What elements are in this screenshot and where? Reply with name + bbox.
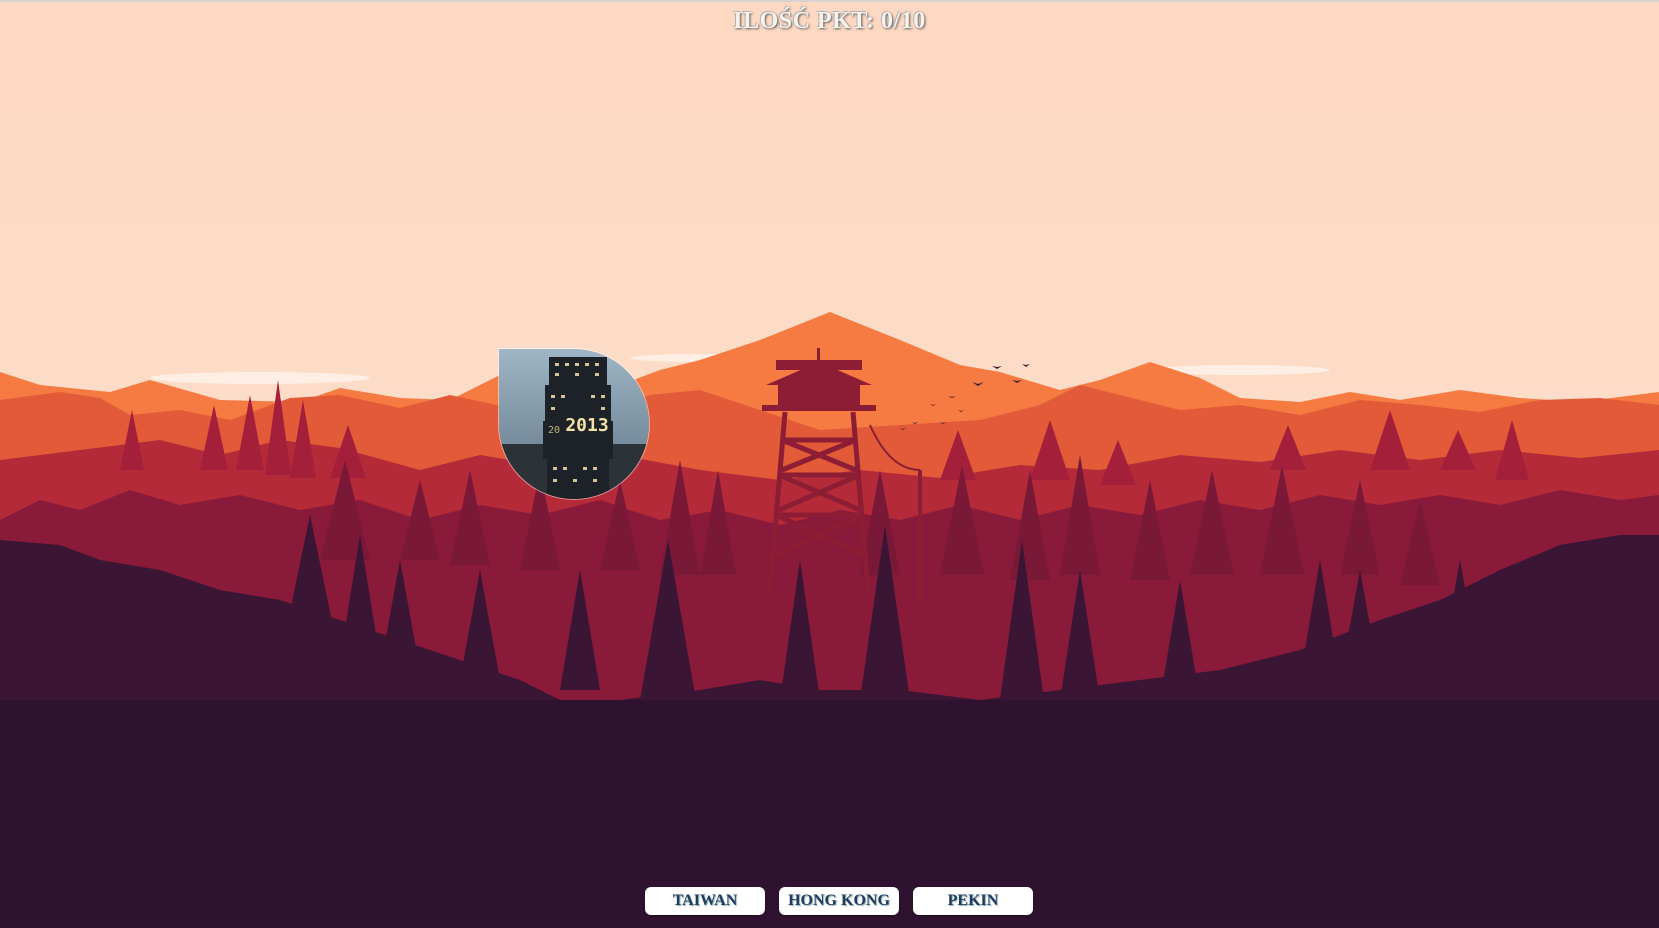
- score-counter: ILOŚĆ PKT: 0/10: [733, 8, 926, 34]
- firewatch-landscape-background: [0, 0, 1659, 928]
- svg-text:20: 20: [548, 425, 560, 436]
- answer-button-taiwan[interactable]: TAIWAN: [645, 887, 765, 915]
- answer-button-hong-kong[interactable]: HONG KONG: [779, 887, 899, 915]
- taipei-101-photo-icon: 2013 20: [499, 349, 649, 499]
- answer-options: TAIWAN HONG KONG PEKIN: [645, 887, 1033, 915]
- game-scene: ILOŚĆ PKT: 0/10 2013 20 TAIWAN HONG KONG…: [0, 0, 1659, 928]
- photo-year-text: 2013: [565, 415, 608, 436]
- question-photo: 2013 20: [498, 348, 650, 500]
- answer-button-pekin[interactable]: PEKIN: [913, 887, 1033, 915]
